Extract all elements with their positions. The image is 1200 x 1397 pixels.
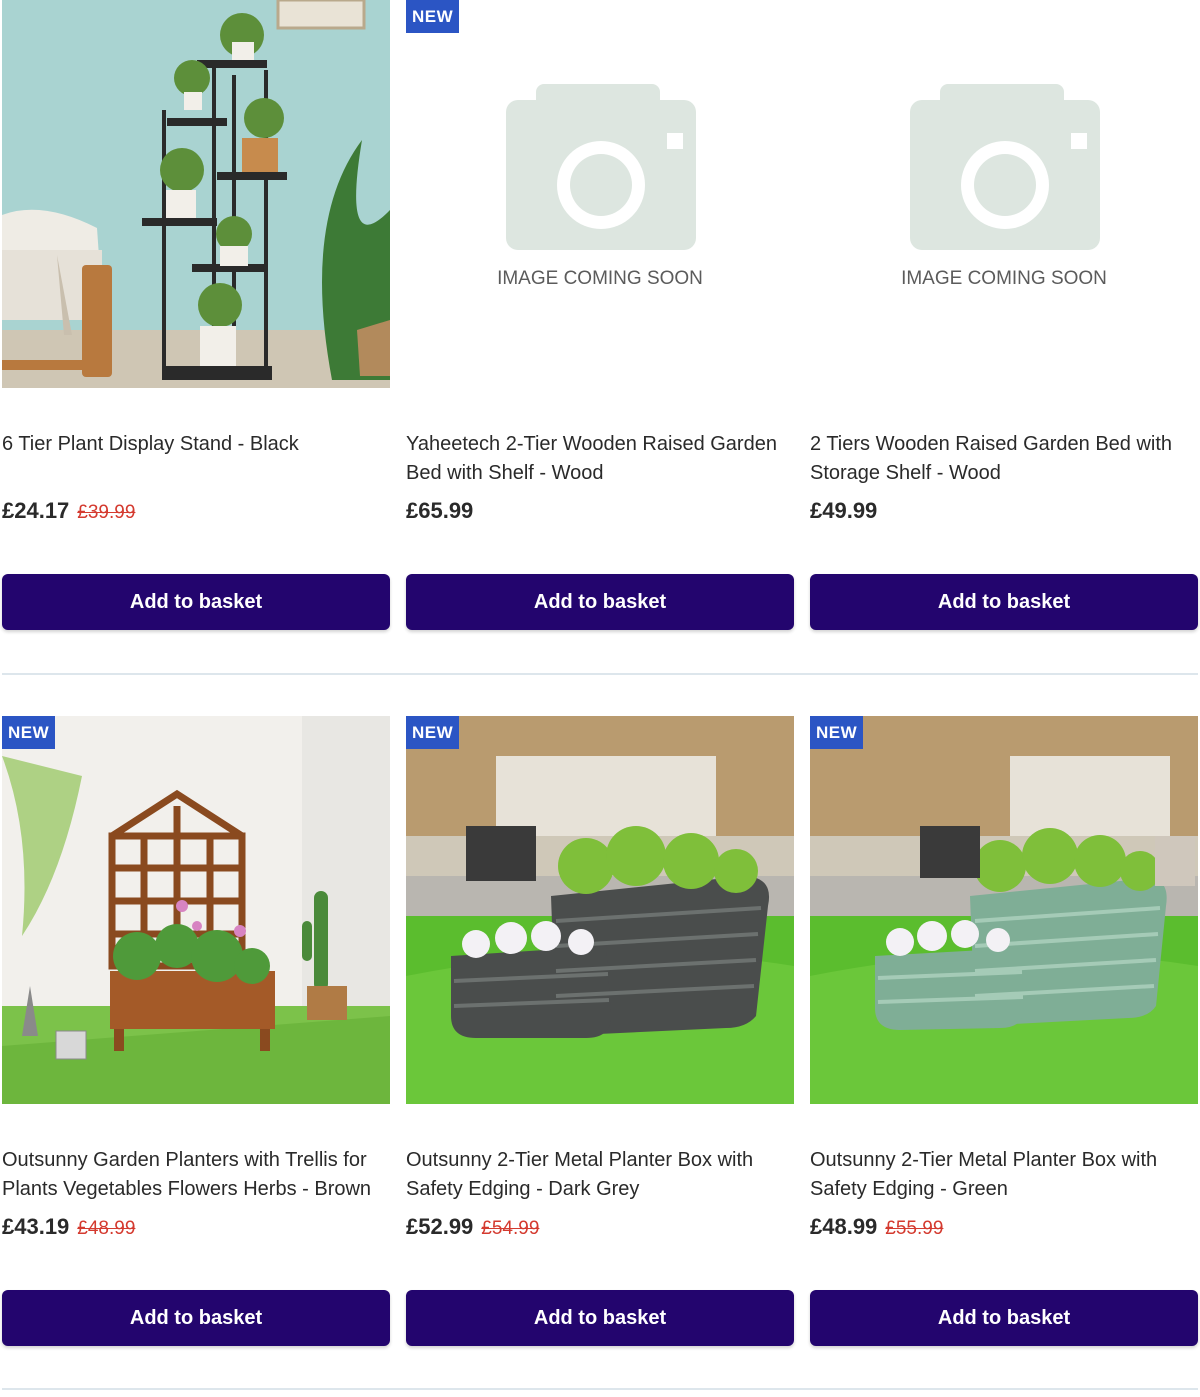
placeholder-text: IMAGE COMING SOON (901, 268, 1107, 289)
product-row: 6 Tier Plant Display Stand - Black £24.1… (0, 0, 1200, 676)
current-price: £52.99 (406, 1214, 474, 1239)
price-block: £49.99 (810, 498, 877, 524)
new-badge: NEW (2, 716, 56, 749)
product-card: 6 Tier Plant Display Stand - Black £24.1… (2, 0, 390, 630)
product-title[interactable]: Outsunny 2-Tier Metal Planter Box with S… (810, 1146, 1198, 1204)
price-block: £52.99 £54.99 (406, 1214, 539, 1240)
add-to-basket-button[interactable]: Add to basket (406, 1290, 794, 1346)
current-price: £65.99 (406, 498, 474, 523)
product-image[interactable]: NEW IMAGE COMING SOON (406, 0, 794, 388)
price-block: £24.17 £39.99 (2, 498, 135, 524)
price-block: £65.99 (406, 498, 473, 524)
was-price: £48.99 (77, 1218, 136, 1239)
add-to-basket-button[interactable]: Add to basket (2, 574, 390, 630)
current-price: £49.99 (810, 498, 878, 523)
row-divider (2, 1388, 1198, 1390)
placeholder-text: IMAGE COMING SOON (497, 268, 703, 289)
new-badge: NEW (406, 716, 460, 749)
product-card: NEW IMAGE COMING SOON Yaheetech 2-Tier W… (406, 0, 794, 630)
was-price: £39.99 (77, 502, 136, 523)
camera-placeholder-icon: IMAGE COMING SOON (901, 84, 1107, 289)
new-badge: NEW (810, 716, 864, 749)
current-price: £24.17 (2, 498, 70, 523)
add-to-basket-button[interactable]: Add to basket (406, 574, 794, 630)
was-price: £54.99 (481, 1218, 540, 1239)
product-card: NEW (406, 716, 794, 1346)
current-price: £48.99 (810, 1214, 878, 1239)
price-block: £48.99 £55.99 (810, 1214, 943, 1240)
product-image[interactable] (2, 0, 390, 388)
price-block: £43.19 £48.99 (2, 1214, 135, 1240)
plant-stand-photo (2, 0, 390, 388)
add-to-basket-button[interactable]: Add to basket (2, 1290, 390, 1346)
metal-planter-dark-grey-photo (406, 716, 794, 1104)
product-title[interactable]: Outsunny Garden Planters with Trellis fo… (2, 1146, 390, 1204)
product-row: NEW Outsunny Garden Planters with Trelli… (0, 716, 1200, 1392)
product-image[interactable]: NEW (2, 716, 390, 1104)
product-title[interactable]: 6 Tier Plant Display Stand - Black (2, 430, 390, 459)
new-badge: NEW (406, 0, 460, 33)
product-image[interactable]: IMAGE COMING SOON (810, 0, 1198, 388)
product-image[interactable]: NEW (810, 716, 1198, 1104)
current-price: £43.19 (2, 1214, 70, 1239)
row-divider (2, 673, 1198, 675)
product-card: NEW (2, 716, 390, 1346)
trellis-planter-photo (2, 716, 390, 1104)
product-card: IMAGE COMING SOON 2 Tiers Wooden Raised … (810, 0, 1198, 630)
add-to-basket-button[interactable]: Add to basket (810, 1290, 1198, 1346)
camera-placeholder-icon: IMAGE COMING SOON (497, 84, 703, 289)
metal-planter-green-photo (810, 716, 1198, 1104)
product-title[interactable]: Yaheetech 2-Tier Wooden Raised Garden Be… (406, 430, 794, 488)
was-price: £55.99 (885, 1218, 944, 1239)
product-title[interactable]: 2 Tiers Wooden Raised Garden Bed with St… (810, 430, 1198, 488)
product-title[interactable]: Outsunny 2-Tier Metal Planter Box with S… (406, 1146, 794, 1204)
product-grid: 6 Tier Plant Display Stand - Black £24.1… (0, 0, 1200, 1392)
add-to-basket-button[interactable]: Add to basket (810, 574, 1198, 630)
product-image[interactable]: NEW (406, 716, 794, 1104)
product-card: NEW (810, 716, 1198, 1346)
